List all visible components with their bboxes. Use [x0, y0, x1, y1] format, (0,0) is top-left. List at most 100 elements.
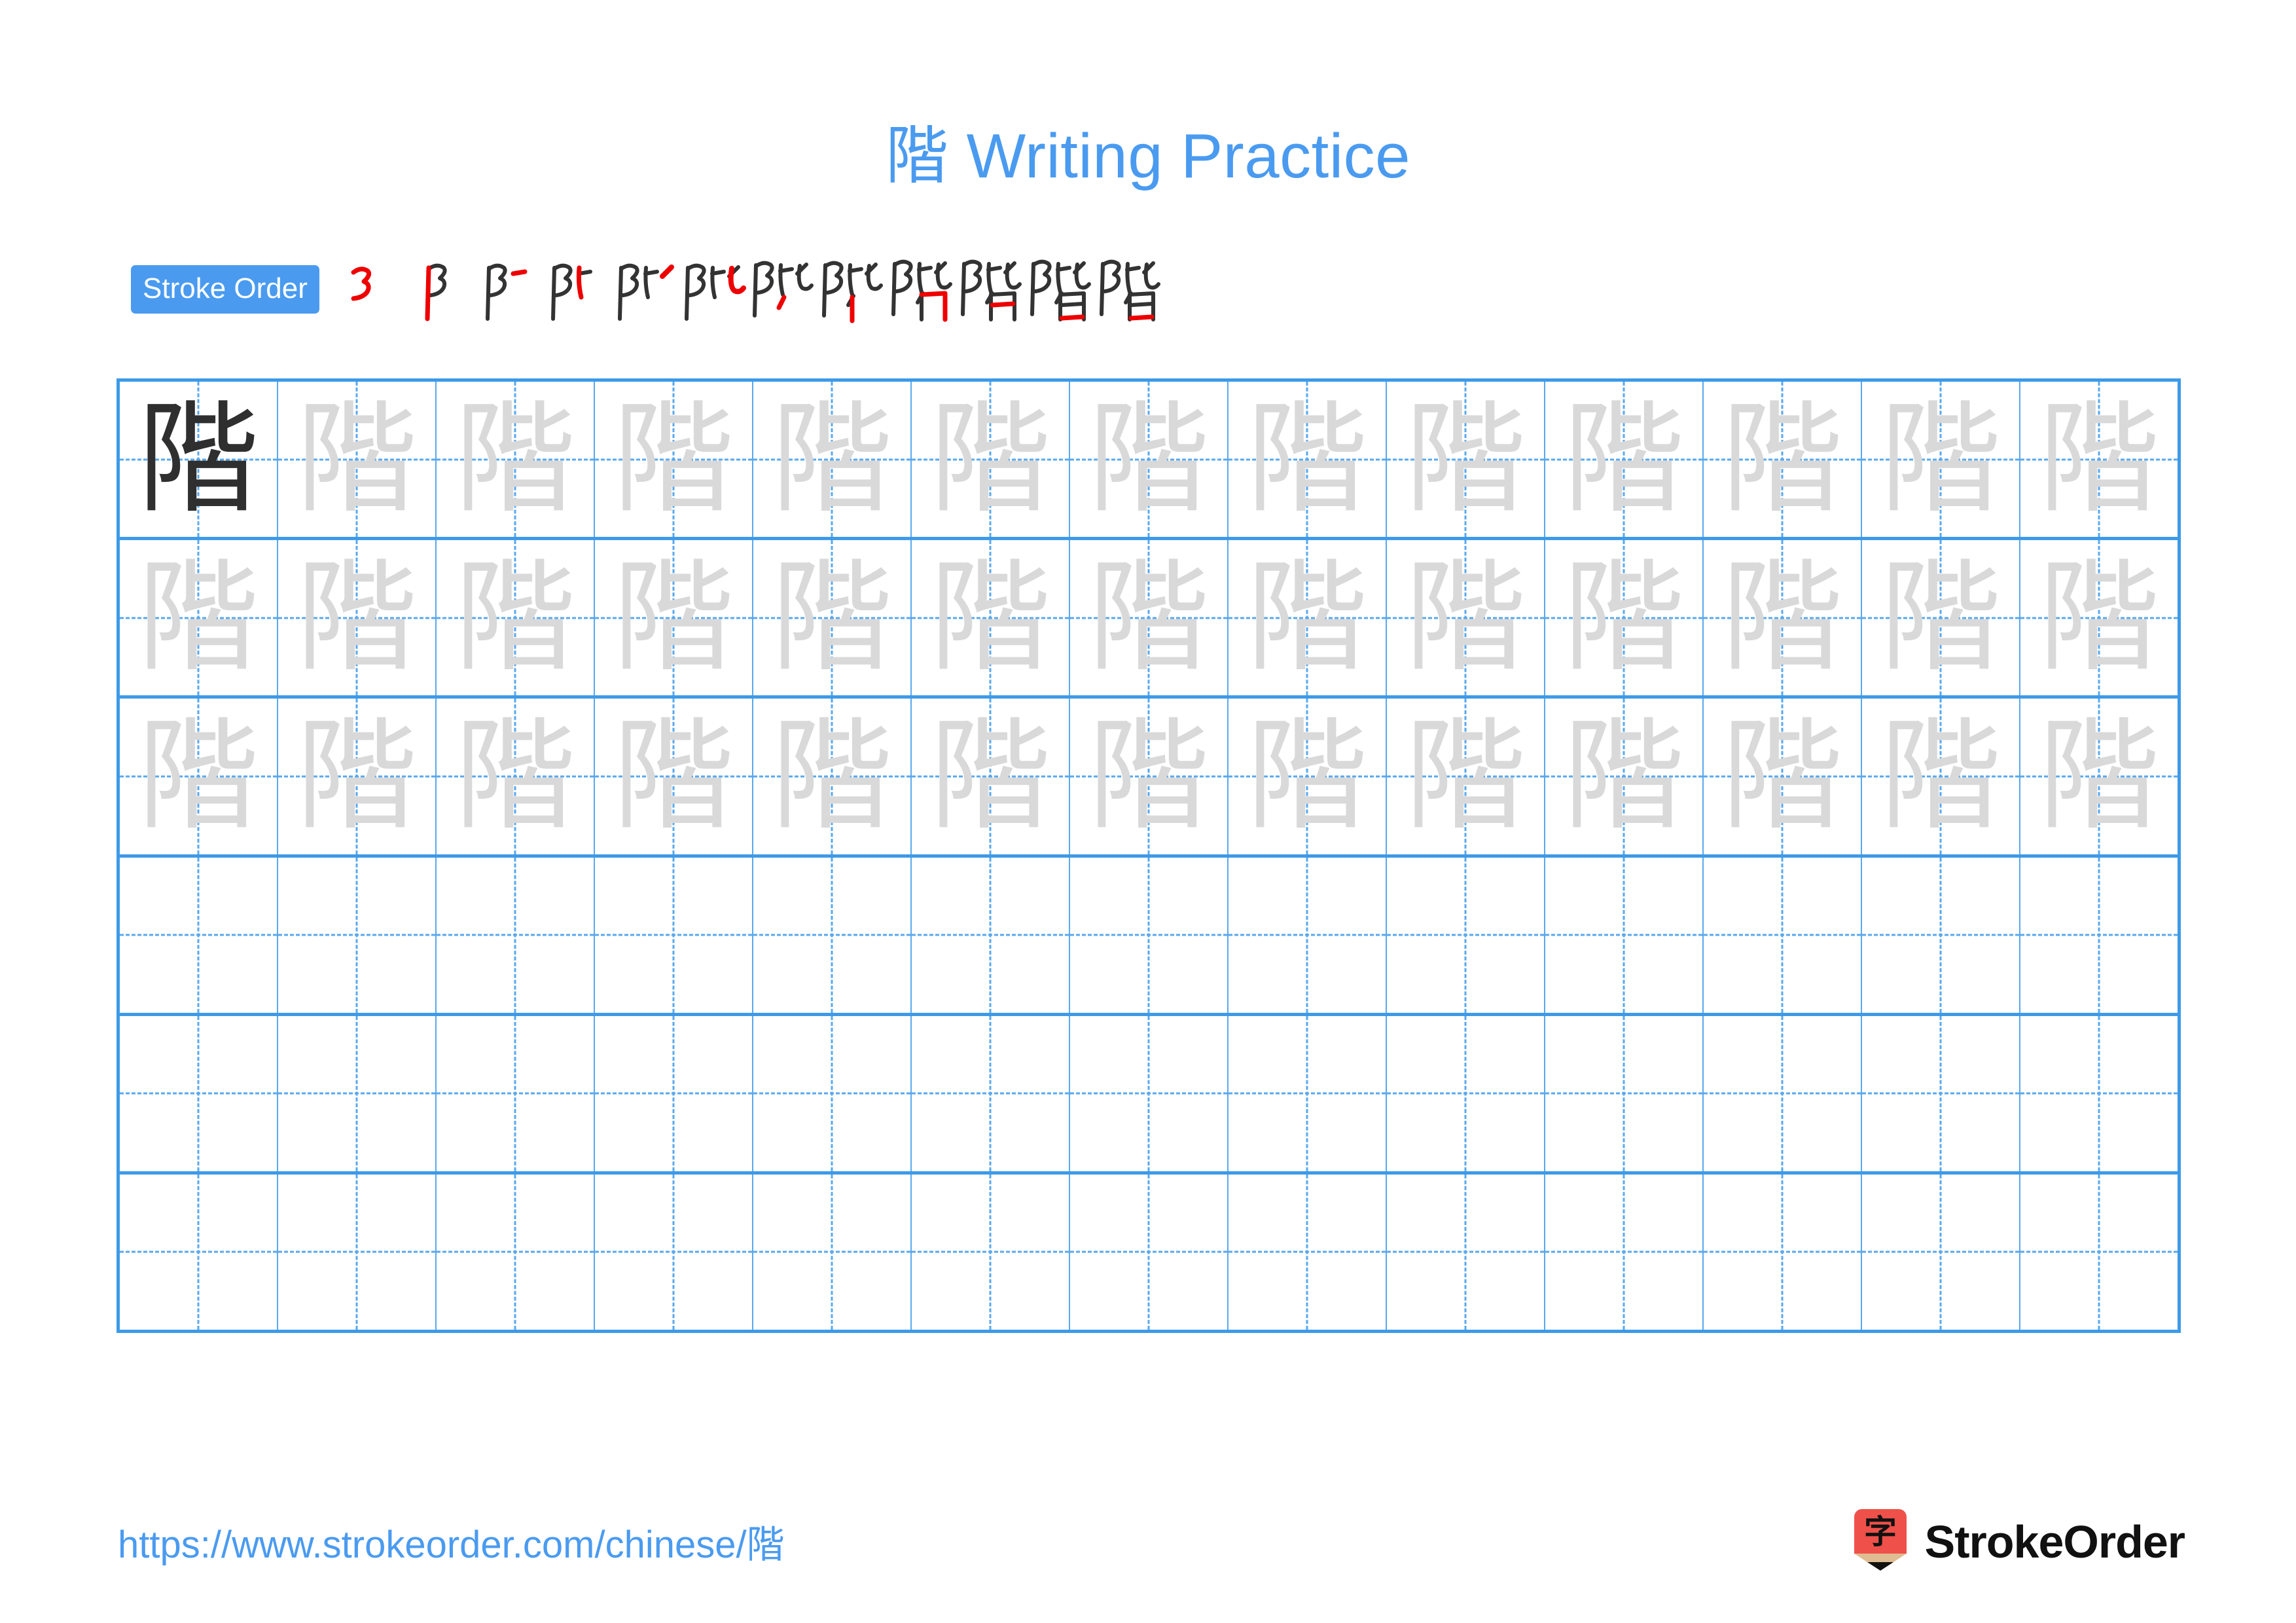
practice-cell[interactable]: 階 [1070, 699, 1229, 854]
practice-cell[interactable] [278, 1174, 437, 1330]
trace-character: 階 [771, 388, 893, 530]
practice-cell[interactable]: 階 [437, 382, 595, 538]
trace-character: 階 [1405, 547, 1526, 689]
empty-cell [2020, 1016, 2178, 1171]
practice-cell[interactable] [120, 1015, 278, 1171]
practice-cell[interactable]: 階 [912, 540, 1070, 696]
practice-cell[interactable] [437, 1174, 595, 1330]
practice-cell[interactable]: 階 [753, 699, 912, 854]
strokeorder-pencil-icon: 字 [1850, 1508, 1910, 1576]
practice-cell[interactable]: 階 [1387, 540, 1545, 696]
trace-character: 階 [1563, 547, 1685, 689]
practice-cell[interactable]: 階 [1704, 540, 1862, 696]
practice-cell[interactable] [753, 1174, 912, 1330]
trace-character: 階 [1246, 705, 1368, 847]
practice-cell[interactable] [1862, 1174, 2020, 1330]
practice-cell[interactable] [1070, 1015, 1229, 1171]
practice-cell[interactable] [120, 1174, 278, 1330]
practice-cell[interactable]: 階 [912, 382, 1070, 538]
practice-cell[interactable] [912, 1015, 1070, 1171]
trace-character: 階 [1088, 705, 1210, 847]
practice-cell[interactable]: 階 [1387, 699, 1545, 854]
practice-cell[interactable]: 階 [1545, 382, 1704, 538]
practice-cell[interactable]: 階 [120, 540, 278, 696]
practice-cell[interactable]: 階 [1704, 382, 1862, 538]
practice-cell[interactable] [1070, 857, 1229, 1013]
practice-cell[interactable] [1862, 857, 2020, 1013]
practice-cell[interactable] [1387, 1174, 1545, 1330]
practice-cell[interactable] [1070, 1174, 1229, 1330]
empty-cell [1070, 858, 1227, 1013]
practice-cell[interactable]: 階 [120, 699, 278, 854]
practice-cell[interactable]: 階 [278, 699, 437, 854]
practice-cell[interactable]: 階 [753, 382, 912, 538]
practice-grid: 階階階階階階階階階階階階階階階階階階階階階階階階階階階階階階階階階階階階階階階 [117, 378, 2181, 1333]
practice-cell[interactable] [437, 857, 595, 1013]
practice-cell[interactable] [2020, 858, 2178, 1013]
practice-cell[interactable] [1545, 1174, 1704, 1330]
practice-cell[interactable]: 階 [437, 699, 595, 854]
trace-character: 階 [613, 705, 734, 847]
practice-cell[interactable]: 階 [2020, 382, 2178, 537]
svg-text:字: 字 [1864, 1513, 1897, 1551]
practice-cell[interactable]: 階 [2020, 699, 2178, 854]
practice-cell[interactable]: 階 [2020, 540, 2178, 695]
practice-cell[interactable]: 階 [912, 699, 1070, 854]
practice-cell[interactable] [595, 1015, 753, 1171]
practice-cell[interactable] [595, 857, 753, 1013]
practice-cell[interactable] [1545, 1015, 1704, 1171]
stroke-step-1 [334, 250, 403, 329]
practice-cell[interactable] [278, 1015, 437, 1171]
practice-cell[interactable]: 階 [437, 540, 595, 696]
practice-cell[interactable]: 階 [1387, 382, 1545, 538]
practice-cell[interactable] [1387, 857, 1545, 1013]
stroke-step-3 [473, 250, 542, 329]
practice-cell[interactable]: 階 [120, 382, 278, 538]
practice-cell[interactable] [1704, 1174, 1862, 1330]
practice-cell[interactable] [912, 857, 1070, 1013]
trace-character: 階 [454, 388, 576, 530]
practice-cell[interactable] [753, 857, 912, 1013]
practice-cell[interactable] [595, 1174, 753, 1330]
practice-cell[interactable] [912, 1174, 1070, 1330]
practice-cell[interactable] [2020, 1016, 2178, 1171]
practice-cell[interactable]: 階 [1545, 540, 1704, 696]
practice-cell[interactable]: 階 [595, 382, 753, 538]
practice-cell[interactable]: 階 [1070, 540, 1229, 696]
practice-cell[interactable] [1387, 1015, 1545, 1171]
practice-cell[interactable]: 階 [1862, 382, 2020, 538]
practice-cell[interactable]: 階 [595, 540, 753, 696]
practice-cell[interactable] [753, 1015, 912, 1171]
practice-cell[interactable] [1704, 1015, 1862, 1171]
practice-cell[interactable]: 階 [1229, 540, 1387, 696]
practice-cell[interactable] [1704, 857, 1862, 1013]
practice-cell[interactable]: 階 [278, 382, 437, 538]
practice-cell[interactable] [1229, 1174, 1387, 1330]
empty-cell [753, 1175, 910, 1330]
practice-cell[interactable]: 階 [1862, 699, 2020, 854]
practice-cell[interactable]: 階 [1229, 699, 1387, 854]
empty-cell [912, 1175, 1069, 1330]
empty-cell [1862, 1175, 2019, 1330]
empty-cell [1070, 1175, 1227, 1330]
empty-cell [437, 858, 594, 1013]
practice-cell[interactable] [1229, 857, 1387, 1013]
empty-cell [1545, 858, 1702, 1013]
practice-cell[interactable]: 階 [1704, 699, 1862, 854]
practice-cell[interactable]: 階 [1070, 382, 1229, 538]
practice-cell[interactable] [1862, 1015, 2020, 1171]
practice-cell[interactable] [278, 857, 437, 1013]
practice-cell[interactable]: 階 [1862, 540, 2020, 696]
trace-character: 階 [137, 705, 259, 847]
practice-cell[interactable] [2020, 1175, 2178, 1330]
practice-cell[interactable]: 階 [1229, 382, 1387, 538]
practice-cell[interactable]: 階 [595, 699, 753, 854]
practice-cell[interactable]: 階 [753, 540, 912, 696]
practice-cell[interactable]: 階 [1545, 699, 1704, 854]
practice-cell[interactable] [1545, 857, 1704, 1013]
practice-cell[interactable] [120, 857, 278, 1013]
source-url[interactable]: https://www.strokeorder.com/chinese/階 [118, 1514, 785, 1569]
practice-cell[interactable] [437, 1015, 595, 1171]
practice-cell[interactable]: 階 [278, 540, 437, 696]
practice-cell[interactable] [1229, 1015, 1387, 1171]
